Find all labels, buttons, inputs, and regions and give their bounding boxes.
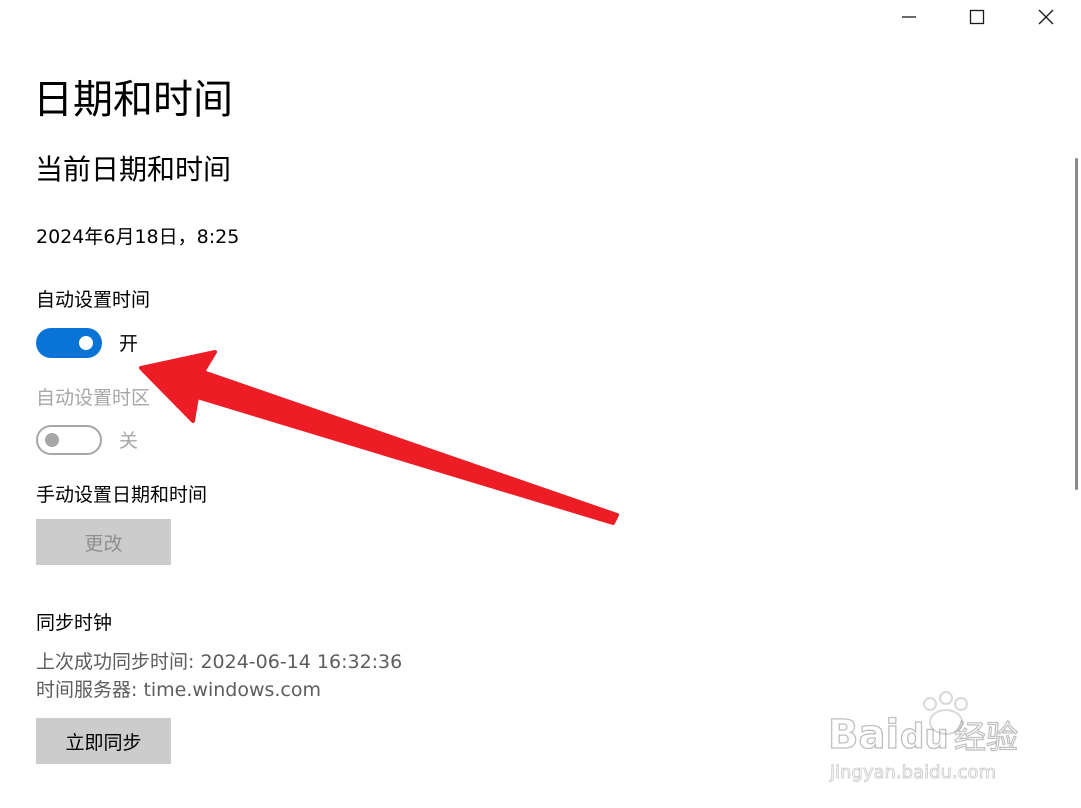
svg-text:Bai: Bai	[828, 712, 899, 758]
settings-window: 日期和时间 当前日期和时间 2024年6月18日，8:25 自动设置时间 开 自…	[0, 0, 1081, 808]
annotation-arrow-shape	[139, 350, 619, 525]
svg-text:du: du	[900, 717, 949, 757]
baidu-jingyan-watermark: Bai du 经验 jingyan.baidu.com	[827, 691, 1019, 783]
svg-text:jingyan.baidu.com: jingyan.baidu.com	[829, 762, 996, 783]
annotation-arrow	[139, 350, 619, 525]
svg-text:经验: 经验	[954, 718, 1018, 756]
